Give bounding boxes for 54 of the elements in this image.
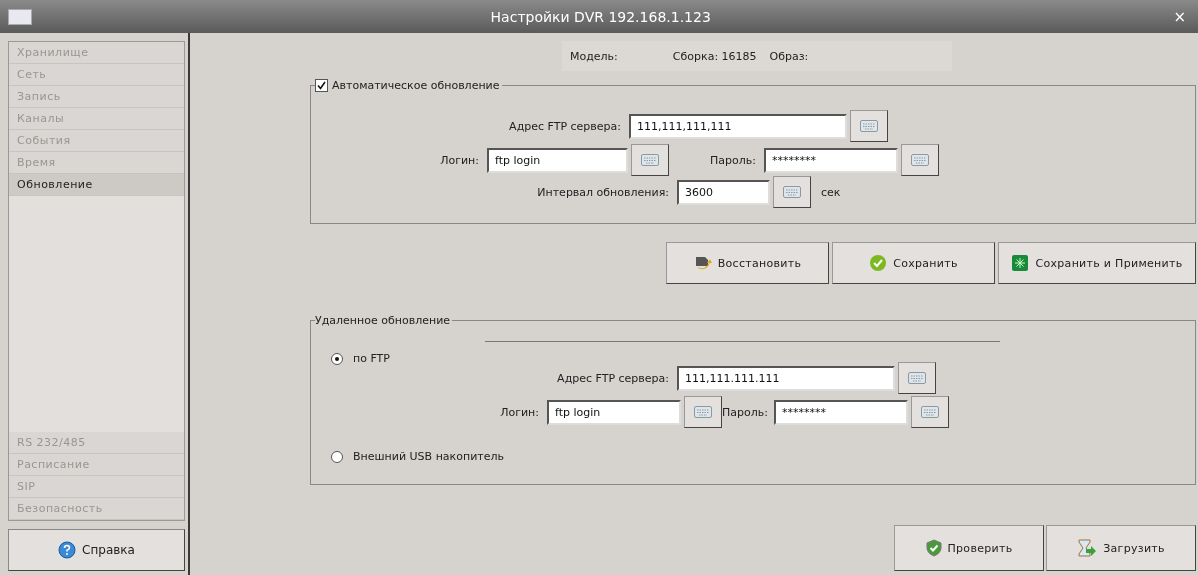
unit-label: сек	[821, 185, 841, 199]
group-title: Автоматическое обновление	[332, 79, 500, 92]
field-label: Адрес FTP сервера:	[556, 371, 670, 385]
hourglass-arrow-icon	[1077, 539, 1098, 557]
shield-check-icon	[925, 539, 942, 557]
action-button[interactable]: Сохранить	[832, 242, 995, 284]
keyboard-icon	[908, 372, 926, 384]
input-field[interactable]: 111,111.111.111	[677, 365, 895, 391]
close-button[interactable]: ×	[1169, 7, 1190, 26]
keyboard-button[interactable]	[901, 144, 939, 176]
action-button[interactable]: Сохранить и Применить	[998, 242, 1196, 284]
keyboard-button[interactable]	[850, 110, 888, 142]
model-label: Модель:	[570, 49, 618, 63]
field-label: Логин:	[499, 405, 540, 419]
field-label: Пароль:	[709, 153, 757, 167]
build-label: Сборка: 16185	[672, 49, 757, 63]
window-icon	[8, 8, 32, 25]
window-title: Настройки DVR 192.168.1.123	[489, 8, 712, 25]
input-field[interactable]: ftp login	[487, 147, 628, 173]
keyboard-button[interactable]	[773, 176, 811, 208]
input-field[interactable]: 3600	[677, 179, 770, 205]
check-circle-icon	[869, 254, 888, 272]
field-label: Адрес FTP сервера:	[508, 119, 622, 133]
input-field[interactable]: ftp login	[547, 399, 681, 425]
password-field[interactable]: ********	[764, 147, 898, 173]
keyboard-button[interactable]	[684, 396, 722, 428]
sparkle-square-icon	[1011, 254, 1030, 272]
field-label: Интервал обновления:	[536, 185, 670, 199]
action-button[interactable]: Загрузить	[1046, 525, 1196, 571]
help-icon	[58, 541, 77, 559]
action-button[interactable]: Проверить	[894, 525, 1044, 571]
sidebar-item[interactable]: Обновление	[9, 174, 184, 196]
keyboard-button[interactable]	[911, 396, 949, 428]
checkbox[interactable]	[315, 79, 328, 92]
action-button[interactable]: Восстановить	[666, 242, 829, 284]
radio-option[interactable]: по FTP	[331, 352, 390, 365]
keyboard-button[interactable]	[631, 144, 669, 176]
input-field[interactable]: 111,111,111,111	[629, 113, 847, 139]
password-field[interactable]: ********	[774, 399, 908, 425]
keyboard-icon	[911, 154, 929, 166]
help-button[interactable]: Справка	[8, 529, 185, 571]
keyboard-icon	[921, 406, 939, 418]
keyboard-icon	[641, 154, 659, 166]
radio-option[interactable]: Внешний USB накопитель	[331, 450, 504, 463]
keyboard-icon	[783, 186, 801, 198]
image-label: Образ:	[769, 49, 809, 63]
keyboard-button[interactable]	[898, 362, 936, 394]
field-label: Логин:	[439, 153, 480, 167]
group-title: Удаленное обновление	[315, 314, 451, 327]
field-label: Пароль:	[722, 405, 769, 419]
keyboard-icon	[694, 406, 712, 418]
folder-arrow-icon	[693, 254, 712, 272]
keyboard-icon	[860, 120, 878, 132]
checkmark-icon	[317, 81, 326, 90]
